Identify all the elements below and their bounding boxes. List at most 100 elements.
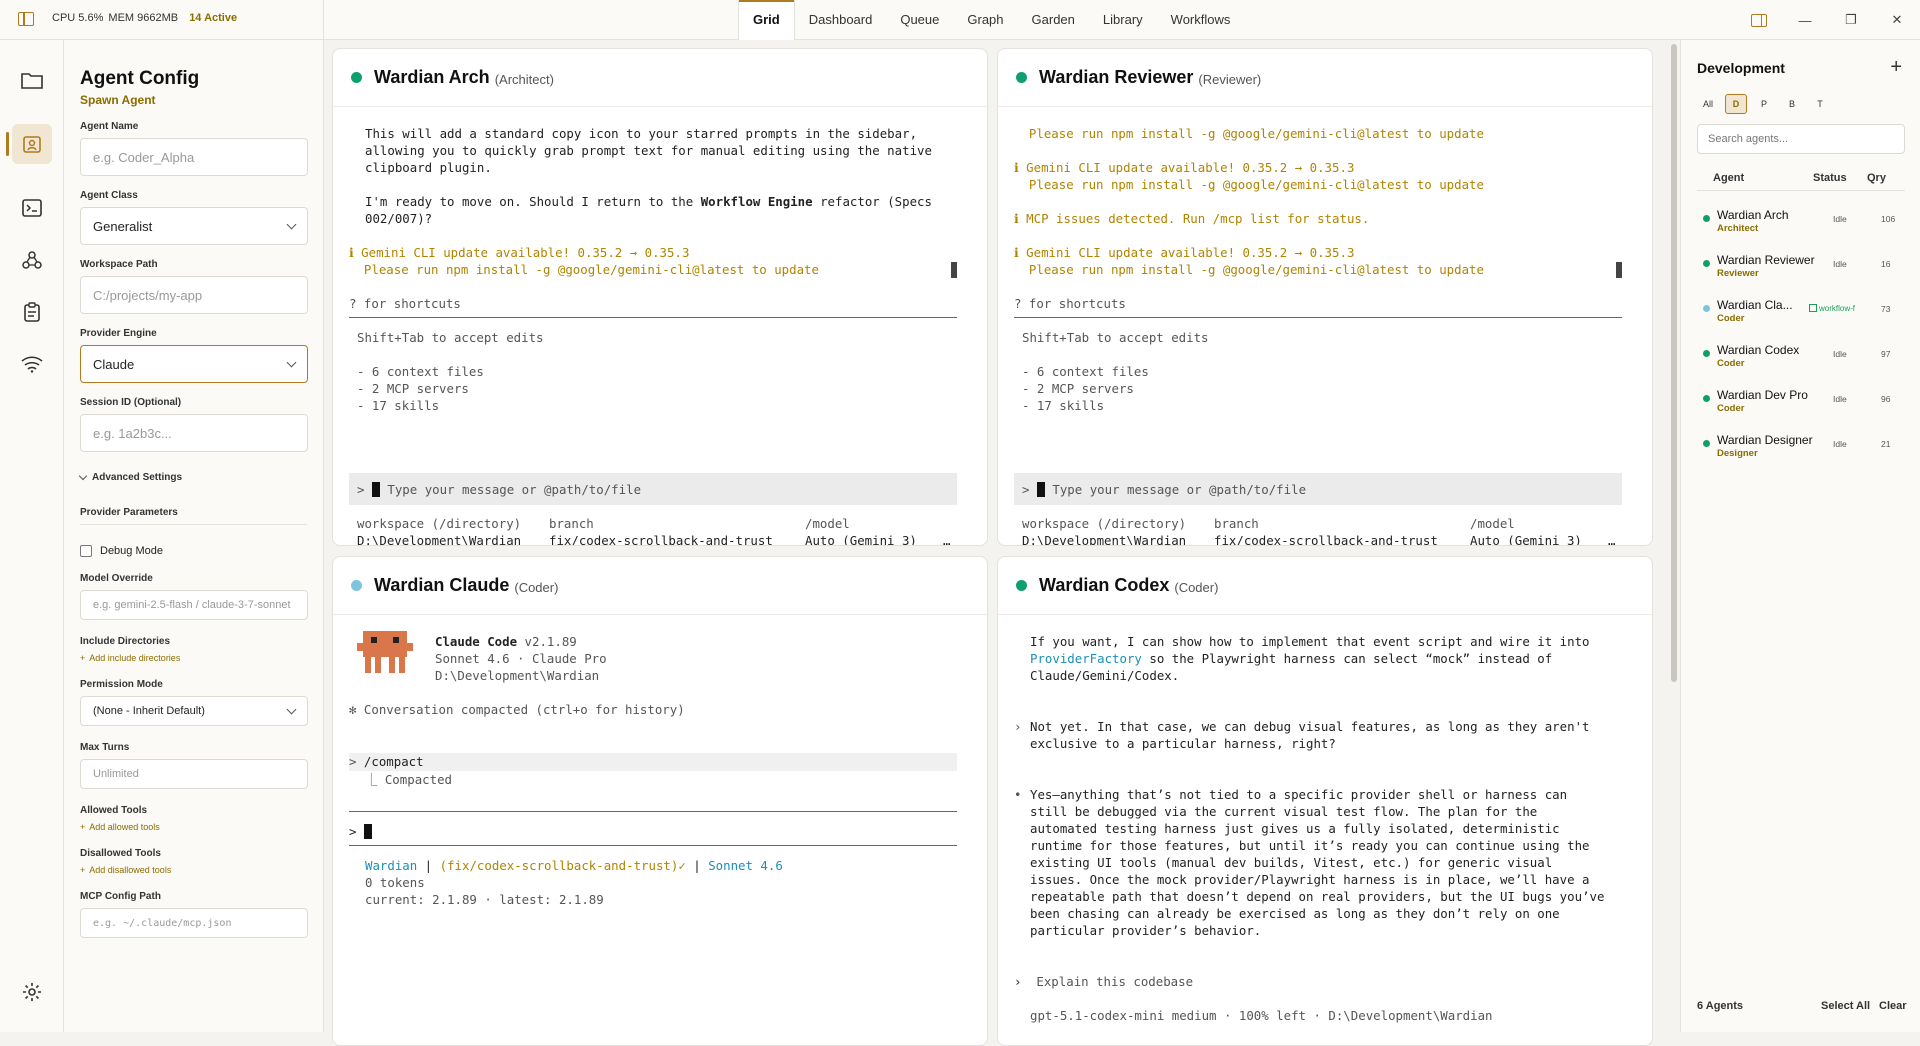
agent-row-name: Wardian Codex: [1717, 343, 1800, 357]
add-allowed-tools-button[interactable]: + Add allowed tools: [80, 822, 307, 832]
prompt-caret-icon: >: [349, 824, 364, 839]
prompt-input[interactable]: > Type your message or @path/to/file: [1014, 473, 1622, 505]
product-version: v2.1.89: [524, 634, 577, 649]
agent-search-input[interactable]: Search agents...: [1697, 124, 1905, 154]
disallowed-tools-label: Disallowed Tools: [80, 848, 161, 859]
terminal-claude[interactable]: Wardian Claude (Coder) Claude Code v2.1.…: [332, 556, 988, 1046]
context-line: - 17 skills: [1022, 398, 1105, 413]
footer-value: …: [943, 533, 951, 546]
clipboard-icon: [24, 302, 40, 322]
workspace-input[interactable]: C:/projects/my-app: [80, 276, 308, 314]
page-title: Agent Config: [80, 68, 200, 89]
agent-row-role: Reviewer: [1717, 268, 1759, 279]
agent-row[interactable]: Wardian Designer Designer Idle 21: [1697, 425, 1905, 467]
add-include-dirs-button[interactable]: + Add include directories: [80, 653, 307, 663]
update-warning: Please run npm install -g @google/gemini…: [1014, 262, 1484, 277]
tab-workflows[interactable]: Workflows: [1157, 0, 1245, 40]
clear-button[interactable]: Clear: [1879, 1000, 1907, 1012]
restore-button[interactable]: ❐: [1828, 0, 1874, 40]
tab-garden[interactable]: Garden: [1018, 0, 1089, 40]
filter-d[interactable]: D: [1725, 94, 1748, 114]
agent-row[interactable]: Wardian Cla... Coder workflow-f 73: [1697, 290, 1905, 332]
cursor: [1036, 482, 1045, 497]
footer-header: workspace (/directory): [357, 516, 522, 531]
provider-select[interactable]: Claude: [80, 345, 308, 383]
terminal-codex[interactable]: Wardian Codex (Coder) If you want, I can…: [997, 556, 1653, 1046]
prompt-input[interactable]: > Type your message or @path/to/file: [349, 473, 957, 505]
update-warning: ℹ Gemini CLI update available! 0.35.2 → …: [1014, 245, 1355, 260]
output-line: clipboard plugin.: [365, 160, 492, 175]
terminal-reviewer[interactable]: Wardian Reviewer (Reviewer) Please run n…: [997, 48, 1653, 546]
tab-library[interactable]: Library: [1089, 0, 1157, 40]
agent-row[interactable]: Wardian Codex Coder Idle 97: [1697, 335, 1905, 377]
terminal-header: Wardian Reviewer (Reviewer): [998, 49, 1652, 107]
divider: [349, 317, 957, 318]
path-line: D:\Development\Wardian: [435, 668, 600, 683]
prompt-input[interactable]: › Explain this codebase: [1014, 973, 1193, 990]
grid-scrollbar[interactable]: [1671, 44, 1677, 682]
permission-value: (None - Inherit Default): [93, 705, 205, 717]
tab-queue[interactable]: Queue: [886, 0, 953, 40]
prompt-placeholder: Type your message or @path/to/file: [1052, 482, 1307, 497]
permission-label: Permission Mode: [80, 679, 163, 690]
terminal-body: Claude Code v2.1.89 Sonnet 4.6 · Claude …: [333, 615, 987, 1045]
agent-name: Wardian Reviewer: [1039, 67, 1194, 87]
filter-all[interactable]: All: [1697, 94, 1719, 114]
panel-toggle-button[interactable]: [1736, 0, 1782, 40]
output-line: allowing you to quickly grab prompt text…: [365, 143, 932, 158]
cursor: [363, 824, 372, 839]
output-line: This will add a standard copy icon to yo…: [365, 126, 918, 141]
settings-button[interactable]: [12, 972, 52, 1012]
terminal-arch[interactable]: Wardian Arch (Architect) This will add a…: [332, 48, 988, 546]
folder-button[interactable]: [12, 60, 52, 100]
status-dot: [1703, 305, 1710, 312]
workspace-label: Workspace Path: [80, 259, 158, 270]
sidebar-toggle-icon[interactable]: [18, 12, 34, 26]
tab-graph[interactable]: Graph: [953, 0, 1017, 40]
terminal-button[interactable]: [12, 188, 52, 228]
tab-dashboard[interactable]: Dashboard: [795, 0, 887, 40]
command-text: /compact: [363, 754, 424, 769]
top-bar: CPU 5.6% MEM 9662MB 14 Active Grid Dashb…: [0, 0, 1920, 40]
filter-p[interactable]: P: [1753, 94, 1775, 114]
mem-stat: MEM 9662MB: [108, 12, 179, 24]
agent-row[interactable]: Wardian Reviewer Reviewer Idle 16: [1697, 245, 1905, 287]
tab-grid[interactable]: Grid: [738, 0, 795, 40]
clipboard-button[interactable]: [12, 292, 52, 332]
add-disallowed-tools-button[interactable]: + Add disallowed tools: [80, 865, 307, 875]
filter-b[interactable]: B: [1781, 94, 1803, 114]
filter-t[interactable]: T: [1809, 94, 1831, 114]
add-agent-icon[interactable]: +: [1890, 56, 1902, 79]
agent-row-role: Coder: [1717, 358, 1745, 369]
max-turns-input[interactable]: Unlimited: [80, 759, 308, 789]
minimize-button[interactable]: —: [1782, 0, 1828, 40]
agent-role: (Architect): [494, 71, 554, 87]
close-button[interactable]: ✕: [1874, 0, 1920, 40]
mcp-config-input[interactable]: e.g. ~/.claude/mcp.json: [80, 908, 308, 938]
agent-config-button[interactable]: [6, 124, 52, 164]
graph-button[interactable]: [12, 240, 52, 280]
agent-row[interactable]: Wardian Arch Architect Idle 106: [1697, 200, 1905, 242]
prompt-caret-icon: ›: [1014, 974, 1037, 989]
session-label: Session ID (Optional): [80, 397, 182, 408]
advanced-settings-toggle[interactable]: Advanced Settings: [78, 471, 307, 483]
session-input[interactable]: e.g. 1a2b3c...: [80, 414, 308, 452]
debug-mode-row[interactable]: Debug Mode: [80, 545, 307, 557]
agent-name-input[interactable]: e.g. Coder_Alpha: [80, 138, 308, 176]
model-override-input[interactable]: e.g. gemini-2.5-flash / claude-3-7-sonne…: [80, 590, 308, 620]
code-link[interactable]: ProviderFactory: [1030, 651, 1142, 666]
active-count: 14 Active: [189, 12, 238, 24]
agent-row[interactable]: Wardian Dev Pro Coder Idle 96: [1697, 380, 1905, 422]
context-line: - 6 context files: [357, 364, 484, 379]
status-branch: (fix/codex-scrollback-and-trust)✓: [439, 858, 686, 873]
network-button[interactable]: [12, 344, 52, 384]
prompt-input[interactable]: >: [349, 823, 372, 840]
select-all-button[interactable]: Select All: [1821, 1000, 1870, 1012]
footer-value: fix/codex-scrollback-and-trust: [549, 533, 773, 546]
debug-checkbox[interactable]: [80, 545, 92, 557]
divider: [1697, 190, 1905, 191]
wifi-icon: [21, 356, 43, 373]
divider: [1014, 317, 1622, 318]
permission-select[interactable]: (None - Inherit Default): [80, 696, 308, 726]
agent-class-select[interactable]: Generalist: [80, 207, 308, 245]
